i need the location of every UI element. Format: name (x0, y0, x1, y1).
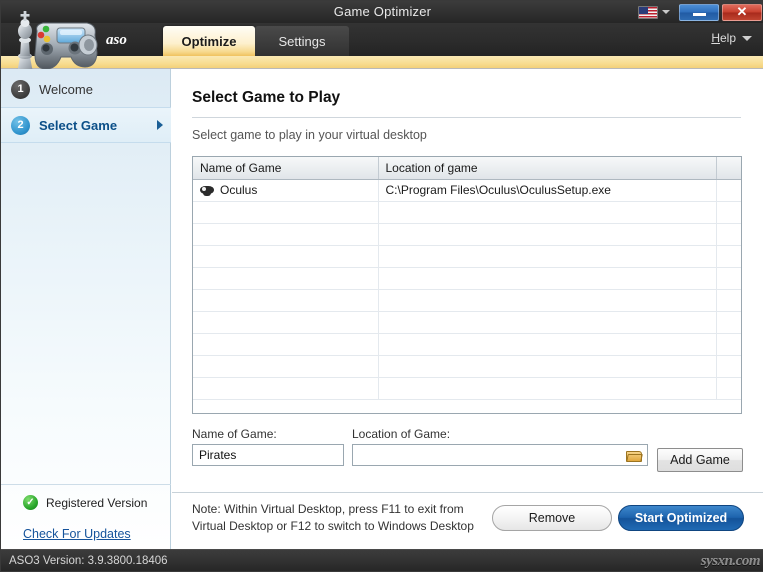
brand-logo-text: aso (106, 32, 127, 49)
version-label: ASO3 Version: 3.9.3800.18406 (9, 550, 168, 572)
sidebar-item-welcome[interactable]: 1 Welcome (1, 71, 171, 107)
footer-divider (172, 492, 763, 493)
window-controls: ✕ (638, 3, 762, 21)
page-title: Select Game to Play (192, 89, 340, 107)
status-bar: ASO3 Version: 3.9.3800.18406 sysxn.com (1, 549, 763, 571)
cell-game-name: Oculus (220, 183, 257, 197)
help-menu[interactable]: Help (711, 31, 752, 45)
chevron-right-icon (157, 120, 163, 130)
table-row-empty[interactable] (193, 267, 741, 289)
table-row-empty[interactable] (193, 355, 741, 377)
chevron-down-icon[interactable] (742, 36, 752, 41)
table-row-empty[interactable] (193, 333, 741, 355)
check-circle-icon: ✓ (23, 495, 38, 510)
table-row-empty[interactable] (193, 377, 741, 399)
sidebar: 1 Welcome 2 Select Game ✓ Registered Ver… (1, 69, 171, 551)
help-label: Help (711, 31, 736, 45)
location-of-game-field-group: Location of Game: (352, 427, 648, 466)
sidebar-item-label: Select Game (39, 118, 117, 133)
name-of-game-field-group: Name of Game: (192, 427, 344, 466)
table-body: Oculus C:\Program Files\Oculus\OculusSet… (193, 179, 741, 399)
check-for-updates-link[interactable]: Check For Updates (23, 527, 131, 541)
watermark-label: sysxn.com (701, 551, 760, 571)
table-row-empty[interactable] (193, 201, 741, 223)
cell-game-location: C:\Program Files\Oculus\OculusSetup.exe (378, 179, 716, 201)
virtual-desktop-note: Note: Within Virtual Desktop, press F11 … (192, 501, 492, 535)
folder-open-icon[interactable] (626, 448, 644, 463)
sidebar-item-label: Welcome (39, 82, 93, 97)
table-row-empty[interactable] (193, 245, 741, 267)
content-area: Select Game to Play Select game to play … (172, 69, 763, 551)
column-header-location[interactable]: Location of game (378, 157, 716, 179)
column-header-name[interactable]: Name of Game (193, 157, 378, 179)
registration-status: ✓ Registered Version (23, 495, 147, 510)
sidebar-item-select-game[interactable]: 2 Select Game (1, 107, 171, 143)
location-of-game-label: Location of Game: (352, 427, 648, 441)
name-of-game-label: Name of Game: (192, 427, 344, 441)
add-game-button[interactable]: Add Game (657, 448, 743, 472)
table-header-row: Name of Game Location of game (193, 157, 741, 179)
name-of-game-input[interactable] (192, 444, 344, 466)
start-optimized-button[interactable]: Start Optimized (618, 505, 744, 531)
game-list-table[interactable]: Name of Game Location of game (192, 156, 742, 414)
tab-optimize[interactable]: Optimize (163, 26, 255, 56)
app-window: Game Optimizer ✕ aso Optimize Settings H… (0, 0, 763, 572)
title-divider (192, 117, 741, 118)
column-header-extra[interactable] (716, 157, 741, 179)
step-number-1: 1 (11, 80, 30, 99)
sidebar-footer: ✓ Registered Version Check For Updates (1, 484, 171, 551)
tab-settings[interactable]: Settings (255, 26, 349, 56)
title-bar: Game Optimizer ✕ (1, 1, 763, 23)
table-row-empty[interactable] (193, 311, 741, 333)
location-of-game-input[interactable] (352, 444, 648, 466)
page-subtitle: Select game to play in your virtual desk… (192, 128, 427, 142)
table-row[interactable]: Oculus C:\Program Files\Oculus\OculusSet… (193, 179, 741, 201)
cell-extra (716, 179, 741, 201)
close-button[interactable]: ✕ (722, 4, 762, 21)
table-row-empty[interactable] (193, 223, 741, 245)
minimize-button[interactable] (679, 4, 719, 21)
us-flag-icon[interactable] (638, 6, 658, 19)
add-game-form: Name of Game: Location of Game: Add Game (192, 427, 744, 473)
body: 1 Welcome 2 Select Game ✓ Registered Ver… (1, 69, 763, 551)
accent-band (1, 56, 763, 69)
close-icon: ✕ (737, 5, 748, 18)
step-number-2: 2 (11, 116, 30, 135)
table-row-empty[interactable] (193, 289, 741, 311)
remove-button[interactable]: Remove (492, 505, 612, 531)
registered-version-label: Registered Version (46, 496, 147, 510)
language-dropdown-caret-icon[interactable] (662, 10, 670, 14)
oculus-icon (200, 185, 214, 196)
